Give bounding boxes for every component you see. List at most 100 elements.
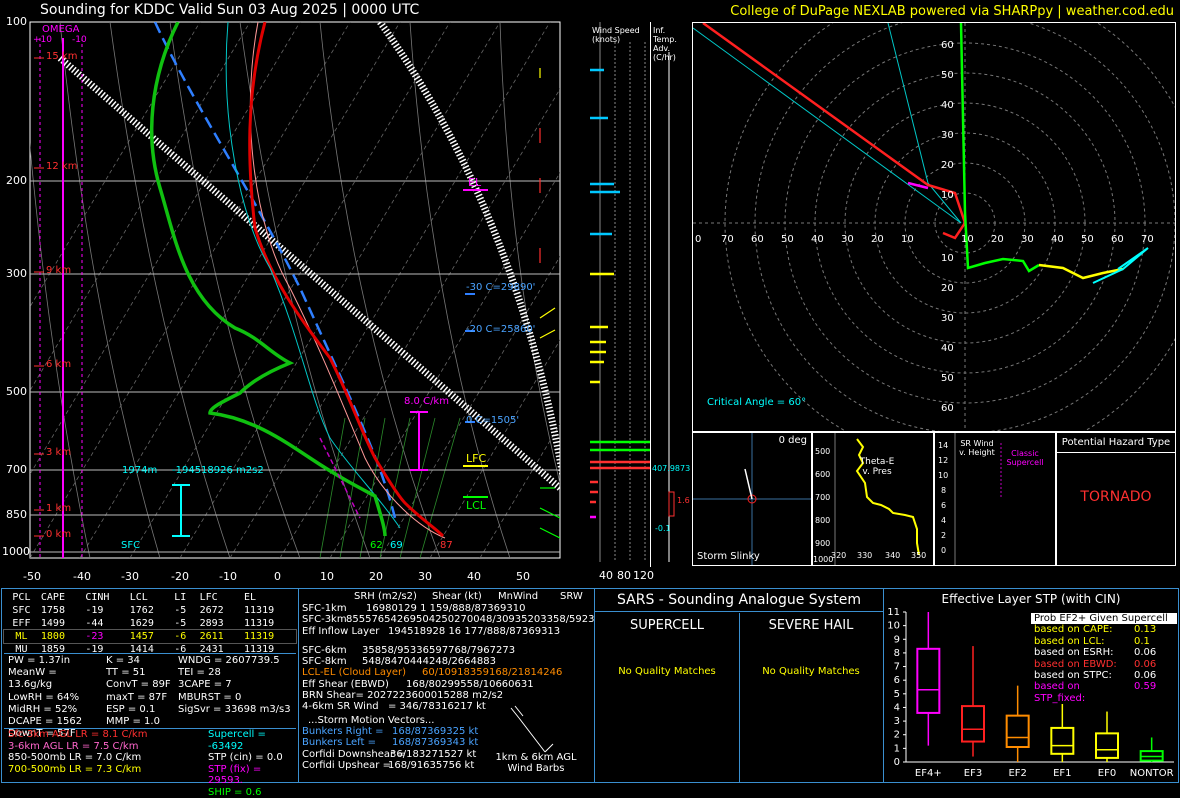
storm-label: Corfidi Upshear = <box>302 760 388 771</box>
srwind-ytick: 6 <box>941 501 946 510</box>
srwind-ytick: 12 <box>938 456 948 465</box>
kin-value: 194518928 16 177/888/87369313 <box>388 626 560 637</box>
kin-row: SFC-3km85557654269504250270048/309352033… <box>302 614 594 625</box>
sars-hail-title: SEVERE HAIL <box>739 618 883 633</box>
windspeed-tick: 80 <box>617 569 631 582</box>
prob-value: 0.13 <box>1134 624 1156 635</box>
hodo-ring-label: 40 <box>941 100 954 111</box>
stp-title: Effective Layer STP (with CIN) <box>884 589 1178 606</box>
prob-label: based on EBWD: <box>1034 659 1134 670</box>
sars-supercell-title: SUPERCELL <box>595 618 739 633</box>
hodo-axis-label: 10 <box>961 234 974 245</box>
kin-label: SFC-3km <box>302 614 346 625</box>
thetae-ytick: 900 <box>815 539 830 548</box>
parcel-cell: 1499 <box>39 617 83 630</box>
hazard-title: Potential Hazard Type <box>1057 433 1175 453</box>
kin-label: SFC-8km <box>302 656 362 667</box>
prob-title: Prob EF2+ Given Supercell <box>1031 613 1177 624</box>
parcel-cell: 2672 <box>198 604 242 617</box>
hodo-axis-label: 70 <box>721 234 734 245</box>
lapse-rate: 3-6km AGL LR = 7.5 C/km <box>8 741 208 753</box>
stp-panel: Effective Layer STP (with CIN) 111098765… <box>884 589 1178 782</box>
stp-y-tick-label: 10 <box>887 621 900 632</box>
kin-label: SFC-6km <box>302 645 362 656</box>
hodo-ring-label: 10 <box>941 190 954 201</box>
stp-y-tick-label: 8 <box>894 648 900 659</box>
prob-value: 0.06 <box>1134 670 1156 681</box>
indices-col3: WNDG = 2607739.5 TEI = 28 3CAPE = 7 MBUR… <box>178 655 298 716</box>
srwind-ytick: 8 <box>941 486 946 495</box>
skewt-panel: 100 200 300 500 700 850 1000 -50 -40 -30… <box>0 18 590 588</box>
srwind-panel: SR Wind v. Height Classic Supercell 14 1… <box>934 432 1056 566</box>
parcel-header-row: PCL CAPE CINH LCL LI LFC EL <box>4 591 296 604</box>
kin-label: LCL-EL (Cloud Layer) <box>302 667 422 678</box>
prob-row: based on STP_fixed:0.59 <box>1031 681 1177 704</box>
prob-label: based on LCL: <box>1034 636 1134 647</box>
hodo-axis-label: 60 <box>751 234 764 245</box>
windspeed-panel: Wind Speed (knots) 40 80 <box>590 22 650 582</box>
el-label: EL <box>468 176 481 189</box>
windspeed-tick: 40 <box>599 569 613 582</box>
prob-row: based on STPC:0.06 <box>1031 670 1177 681</box>
pressure-label-700: 700 <box>6 463 27 476</box>
srwind-ytick: 14 <box>938 441 948 450</box>
composite-index: SHIP = 0.6 <box>208 787 298 798</box>
kin-row: SFC-6km35858/95336597768/7967273 <box>302 645 594 656</box>
hodo-axis-label: 50 <box>1081 234 1094 245</box>
sfc-tw-label: 69 <box>390 540 403 551</box>
stp-box <box>917 649 939 713</box>
eff-inflow-label: 1974m <box>122 465 157 476</box>
kin-row: Eff Inflow Layer194518928 16 177/888/873… <box>302 626 594 637</box>
index-value: DCAPE = 1562 <box>8 716 98 728</box>
parcel-row-selected[interactable]: ML 1800 -23 1457 -6 2611 11319 <box>4 630 296 643</box>
composite-index: STP (cin) = 0.0 <box>208 752 298 764</box>
kin-value: 168/80299558/10660631 <box>406 679 534 690</box>
hodo-axis-label: 40 <box>811 234 824 245</box>
temp-label: 50 <box>516 570 530 583</box>
stp-y-tick-label: 5 <box>894 689 900 700</box>
stp-category-label: EF1 <box>1053 768 1071 779</box>
stp-category-label: EF4+ <box>915 768 942 779</box>
temp-label: 30 <box>418 570 432 583</box>
pressure-label-300: 300 <box>6 267 27 280</box>
index-value: K = 34 <box>106 655 186 667</box>
divider-v <box>298 588 299 783</box>
index-value: TEI = 28 <box>178 667 298 679</box>
pressure-label-500: 500 <box>6 385 27 398</box>
sars-supercell-matches: No Quality Matches <box>595 666 739 677</box>
hodo-ring-label: 30 <box>941 130 954 141</box>
prob-row: based on ESRH:0.06 <box>1031 647 1177 658</box>
parcel-cell: -5 <box>172 604 197 617</box>
sars-panel: SARS - Sounding Analogue System SUPERCEL… <box>595 589 883 782</box>
isotherm-label: 0 C=1505' <box>466 415 519 426</box>
kin-row: Eff Shear (EBWD)168/80299558/10660631 <box>302 679 594 690</box>
height-label: 9 km <box>46 265 71 276</box>
kinematics-headers: SRH (m2/s2) Shear (kt) MnWind SRW <box>302 591 594 603</box>
height-label: 12 km <box>46 161 77 172</box>
storm-label: Bunkers Right = <box>302 726 392 737</box>
isotherm-label: -20 C=25860' <box>466 324 535 335</box>
temp-label: 20 <box>369 570 383 583</box>
srwind-ytick: 0 <box>941 546 946 555</box>
parcel-header: CAPE <box>39 591 83 604</box>
parcel-cell: ML <box>4 630 39 643</box>
temp-label: -30 <box>121 570 139 583</box>
hodo-axis-label: 20 <box>871 234 884 245</box>
stp-category-label: EF2 <box>1008 768 1026 779</box>
index-value: MMP = 1.0 <box>106 716 186 728</box>
hodo-ring-label: 50 <box>941 70 954 81</box>
kin-row: BRN Shear= 2027223600015288 m2/s2 <box>302 690 594 701</box>
thetae-ytick: 800 <box>815 516 830 525</box>
infladv-value: 1.6 <box>677 496 690 505</box>
index-value: LowRH = 64% <box>8 692 98 704</box>
windspeed-tick: 120 <box>633 569 654 582</box>
kin-label: BRN Shear <box>302 690 356 701</box>
temp-label: -10 <box>219 570 237 583</box>
index-value: PW = 1.37in <box>8 655 98 667</box>
temp-label: -50 <box>23 570 41 583</box>
infladv-panel: Inf. Temp. Adv. (C/hr) 407.9873 1.6 -0.1 <box>650 22 691 567</box>
parcel-panel: PCL CAPE CINH LCL LI LFC EL SFC 1758 -19… <box>4 591 296 656</box>
storm-value: 168/87369325 kt <box>392 726 478 737</box>
infladv-value: 407.9873 <box>652 464 690 473</box>
temp-label: 0 <box>274 570 281 583</box>
